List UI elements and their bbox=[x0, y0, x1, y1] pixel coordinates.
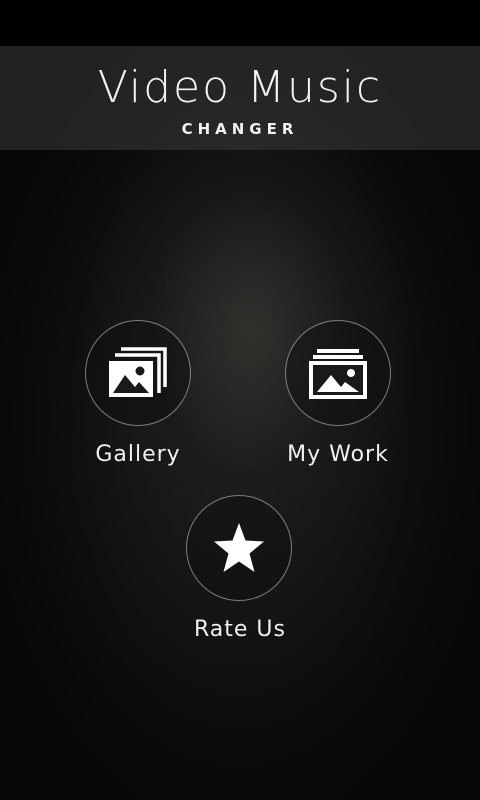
my-work-label[interactable]: My Work bbox=[268, 440, 408, 470]
gallery-label[interactable]: Gallery bbox=[70, 440, 206, 470]
status-bar bbox=[0, 0, 480, 46]
rate-us-button[interactable] bbox=[186, 495, 292, 601]
main-screen: Video Music CHANGER Gallery My Work Rate… bbox=[0, 0, 480, 800]
gallery-stack-icon bbox=[109, 347, 167, 397]
my-work-button[interactable] bbox=[285, 320, 391, 426]
rate-us-label[interactable]: Rate Us bbox=[170, 615, 310, 645]
gallery-button[interactable] bbox=[85, 320, 191, 426]
star-icon bbox=[214, 523, 264, 572]
app-subtitle: CHANGER bbox=[181, 120, 299, 138]
image-folder-icon bbox=[309, 349, 367, 399]
app-title: Video Music bbox=[97, 62, 383, 113]
